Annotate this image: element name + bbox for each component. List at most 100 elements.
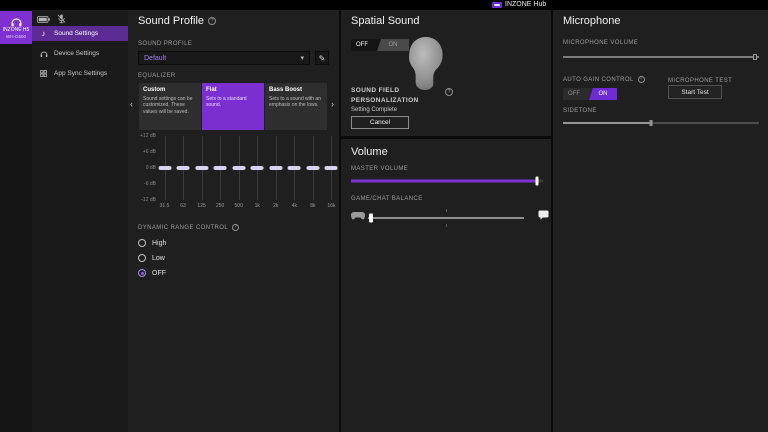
edit-profile-button[interactable]: ✎ xyxy=(315,51,329,65)
toggle-off-segment[interactable]: OFF xyxy=(563,88,593,100)
eq-band-slider[interactable]: 1k xyxy=(251,136,264,200)
sound-profile-value: Default xyxy=(144,55,166,62)
grid-icon xyxy=(39,70,48,77)
eq-handle[interactable] xyxy=(214,166,227,170)
game-controller-icon xyxy=(351,207,365,225)
sound-field-label: SOUND FIELD PERSONALIZATION xyxy=(351,86,419,106)
pencil-icon: ✎ xyxy=(319,54,326,63)
eq-band-slider[interactable]: 31.5 xyxy=(158,136,171,200)
microphone-title-text: Microphone xyxy=(563,15,620,27)
drc-option-off[interactable]: OFF xyxy=(138,267,166,279)
preset-name: Bass Boost xyxy=(269,87,323,93)
sidebar-item-sound-settings[interactable]: ♪ Sound Settings xyxy=(32,26,128,41)
eq-band-slider[interactable]: 2k xyxy=(269,136,282,200)
preset-name: Custom xyxy=(143,87,197,93)
radio-label: OFF xyxy=(152,270,166,277)
slider-handle[interactable] xyxy=(753,54,757,60)
eq-handle[interactable] xyxy=(306,166,319,170)
eq-y-label: -12 dB xyxy=(141,197,156,203)
chevron-down-icon: ▾ xyxy=(300,55,304,62)
drc-label: DYNAMIC RANGE CONTROL xyxy=(138,225,228,231)
eq-band-slider[interactable]: 8k xyxy=(306,136,319,200)
carousel-prev-icon[interactable]: ‹ xyxy=(130,100,133,109)
app-title: INZONE Hub xyxy=(505,1,546,9)
help-icon[interactable]: ? xyxy=(232,224,239,231)
center-tick xyxy=(446,224,447,227)
drc-option-low[interactable]: Low xyxy=(138,252,165,264)
titlebar[interactable]: INZONE Hub xyxy=(0,0,768,10)
master-volume-label: MASTER VOLUME xyxy=(351,166,408,172)
eq-band-slider[interactable]: 4k xyxy=(288,136,301,200)
sidetone-slider[interactable] xyxy=(563,118,759,128)
microphone-volume-label: MICROPHONE VOLUME xyxy=(563,40,638,46)
slider-handle[interactable] xyxy=(536,177,539,186)
toggle-off-label: OFF xyxy=(568,91,580,97)
toggle-on-label: ON xyxy=(389,42,398,48)
sidebar-item-label: Sound Settings xyxy=(54,30,98,37)
device-tile[interactable]: INZONE H5 WH-G500 xyxy=(0,11,32,44)
eq-handle[interactable] xyxy=(177,166,190,170)
carousel-next-icon[interactable]: › xyxy=(331,100,334,109)
eq-band-slider[interactable]: 500 xyxy=(232,136,245,200)
sidebar-item-label: Device Settings xyxy=(54,50,99,57)
eq-handle[interactable] xyxy=(325,166,338,170)
sidebar-item-device-settings[interactable]: Device Settings xyxy=(32,46,128,61)
inzone-logo-icon xyxy=(492,2,502,8)
eq-band-slider[interactable]: 250 xyxy=(214,136,227,200)
mic-muted-icon xyxy=(57,14,66,24)
sound-profile-title-text: Sound Profile xyxy=(138,15,204,27)
center-tick xyxy=(446,209,447,212)
spatial-sound-title-text: Spatial Sound xyxy=(351,15,420,27)
eq-handle[interactable] xyxy=(251,166,264,170)
drc-header: DYNAMIC RANGE CONTROL ? xyxy=(138,224,239,231)
drc-option-high[interactable]: High xyxy=(138,237,166,249)
setting-status-text: Setting Complete xyxy=(351,107,397,113)
toggle-off-segment[interactable]: OFF xyxy=(351,39,381,51)
preset-card-bass-boost[interactable]: Bass Boost Sets to a sound with an empha… xyxy=(265,83,327,130)
app-title-group: INZONE Hub xyxy=(492,1,546,9)
game-chat-balance-slider[interactable] xyxy=(368,213,524,223)
toggle-off-label: OFF xyxy=(356,42,368,48)
sound-field-line1: SOUND FIELD xyxy=(351,86,419,96)
preset-card-custom[interactable]: Custom Sound settings can be customized.… xyxy=(139,83,201,130)
section-divider xyxy=(341,136,551,139)
cancel-button[interactable]: Cancel xyxy=(351,116,409,129)
eq-handle[interactable] xyxy=(158,166,171,170)
preset-description: Sets to a sound with an emphasis on the … xyxy=(269,96,323,109)
sidebar-item-app-sync-settings[interactable]: App Sync Settings xyxy=(32,66,128,81)
microphone-volume-slider[interactable] xyxy=(563,52,759,62)
slider-handle[interactable] xyxy=(650,120,653,126)
toggle-on-segment[interactable]: ON xyxy=(589,88,617,100)
help-icon[interactable]: ? xyxy=(638,76,645,83)
eq-handle[interactable] xyxy=(269,166,282,170)
spatial-sound-title: Spatial Sound xyxy=(351,15,420,27)
sound-profile-dropdown[interactable]: Default ▾ xyxy=(138,51,310,65)
eq-y-label: -6 dB xyxy=(144,181,156,187)
radio-icon xyxy=(138,239,146,247)
chat-bubble-icon xyxy=(538,207,549,225)
eq-band-label: 16k xyxy=(327,203,335,209)
eq-handle[interactable] xyxy=(195,166,208,170)
eq-band-label: 4k xyxy=(292,203,297,209)
eq-band-slider[interactable]: 16k xyxy=(325,136,338,200)
spatial-sound-toggle[interactable]: ON OFF xyxy=(351,39,409,51)
device-status-icons xyxy=(37,14,66,24)
help-icon[interactable]: ? xyxy=(445,88,453,96)
sidebar-rail xyxy=(0,10,32,432)
slider-handle[interactable] xyxy=(369,214,373,223)
master-volume-slider[interactable] xyxy=(351,176,543,186)
eq-band-slider[interactable]: 63 xyxy=(177,136,190,200)
slider-track xyxy=(368,217,524,219)
eq-band-slider[interactable]: 125 xyxy=(195,136,208,200)
eq-handle[interactable] xyxy=(288,166,301,170)
volume-title: Volume xyxy=(351,146,388,158)
eq-bands: 31.5 63 125 250 500 1k2k4k8k 16k xyxy=(158,136,338,200)
help-icon[interactable]: ? xyxy=(208,17,216,25)
eq-handle[interactable] xyxy=(232,166,245,170)
eq-band-label: 125 xyxy=(197,203,205,209)
sidebar-menu: ♪ Sound Settings Device Settings App Syn… xyxy=(32,26,128,86)
start-test-button[interactable]: Start Test xyxy=(668,85,722,99)
battery-icon xyxy=(37,16,50,23)
preset-card-flat[interactable]: Flat Sets to a standard sound. xyxy=(202,83,264,130)
auto-gain-control-toggle[interactable]: ON OFF xyxy=(563,88,617,100)
